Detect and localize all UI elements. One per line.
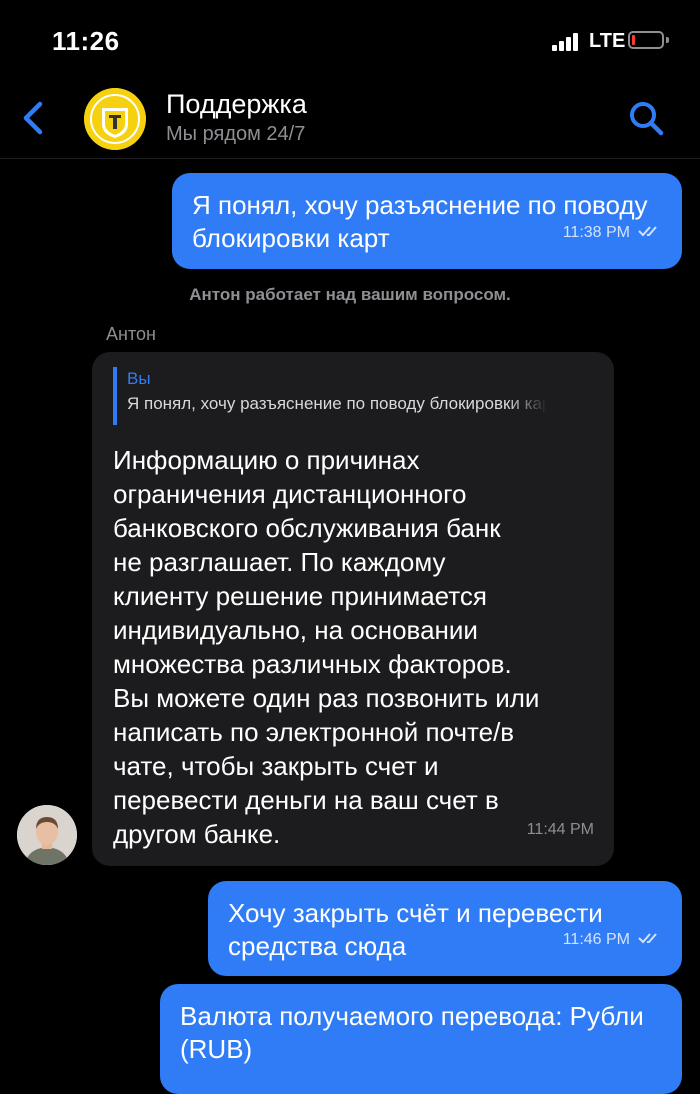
- bank-logo-avatar[interactable]: [84, 88, 146, 150]
- read-checkmarks-icon: [638, 933, 657, 944]
- sender-name: Антон: [106, 324, 156, 344]
- network-type: LTE: [589, 30, 626, 52]
- bank-logo-icon: [84, 88, 146, 150]
- chat-header: Поддержка Мы рядом 24/7: [0, 80, 700, 159]
- chat-title: Поддержка: [166, 89, 307, 119]
- read-checkmarks-icon: [638, 226, 657, 237]
- incoming-message[interactable]: Вы Я понял, хочу разъяснение по поводу б…: [92, 352, 614, 866]
- reply-fade: [507, 367, 547, 425]
- outgoing-message[interactable]: Хочу закрыть счёт и перевести средства с…: [208, 881, 682, 976]
- reply-text: Я понял, хочу разъяснение по поводу блок…: [127, 394, 547, 413]
- message-text: Хочу закрыть счёт и перевести средства с…: [228, 898, 603, 961]
- agent-avatar[interactable]: [17, 805, 77, 865]
- battery-cap: [666, 37, 669, 43]
- reply-quote[interactable]: Вы Я понял, хочу разъяснение по поводу б…: [113, 367, 547, 425]
- message-text: Информацию о причинах ограничения дистан…: [113, 445, 540, 849]
- message-meta: 11:38 PM: [563, 216, 664, 249]
- system-message: Антон работает над вашим вопросом.: [189, 285, 511, 304]
- message-time: 11:46 PM: [562, 931, 630, 948]
- reply-author: Вы: [127, 369, 151, 388]
- status-bar: 11:26 LTE: [0, 0, 700, 80]
- signal-strength-icon: [552, 33, 582, 51]
- message-meta: 11:46 PM: [563, 923, 664, 956]
- search-icon: [630, 102, 664, 136]
- battery-level: [632, 35, 635, 45]
- search-button[interactable]: [626, 98, 666, 138]
- status-time: 11:26: [52, 26, 120, 56]
- outgoing-message[interactable]: Я понял, хочу разъяснение по поводу блок…: [172, 173, 682, 269]
- message-time: 11:44 PM: [526, 821, 594, 838]
- chevron-left-icon: [23, 101, 43, 135]
- agent-photo-icon: [17, 805, 77, 865]
- message-time: 11:38 PM: [562, 224, 630, 241]
- back-button[interactable]: [18, 98, 50, 138]
- battery-icon: [628, 31, 664, 49]
- outgoing-message[interactable]: Валюта получаемого перевода: Рубли (RUB): [160, 984, 682, 1094]
- chat-subtitle: Мы рядом 24/7: [166, 123, 306, 145]
